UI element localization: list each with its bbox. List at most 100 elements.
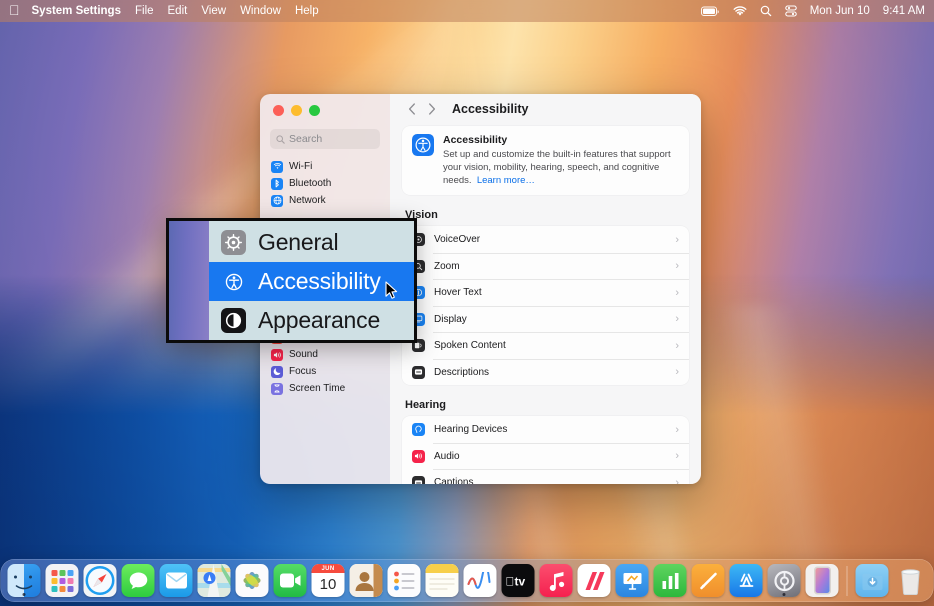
close-button[interactable] — [273, 105, 284, 116]
captions-icon — [412, 476, 425, 484]
safari-icon — [84, 564, 117, 597]
focus-moon-icon — [271, 366, 283, 378]
settings-row-display[interactable]: Display › — [402, 306, 689, 333]
battery-icon[interactable] — [701, 6, 720, 17]
row-label: Audio — [434, 451, 666, 462]
dock-item-appstore[interactable] — [730, 564, 763, 597]
music-icon — [540, 564, 573, 597]
dock-item-numbers[interactable] — [654, 564, 687, 597]
magnifier-item-list: General Accessibility Appearance — [209, 221, 414, 340]
notes-icon — [426, 564, 459, 597]
dock-item-news[interactable] — [578, 564, 611, 597]
dock-item-downloads[interactable] — [856, 564, 889, 597]
dock-item-system-settings[interactable] — [768, 564, 801, 597]
menu-app-name[interactable]: System Settings — [32, 5, 121, 17]
chevron-right-icon: › — [675, 450, 679, 462]
settings-row-audio[interactable]: Audio › — [402, 443, 689, 470]
dock: JUN 10 tv — [1, 559, 934, 602]
magnified-item-appearance[interactable]: Appearance — [209, 301, 414, 340]
iphone-mirroring-icon — [806, 564, 839, 597]
appletv-icon: tv — [502, 564, 535, 597]
menu-bar-time[interactable]: 9:41 AM — [883, 5, 925, 17]
appearance-icon — [221, 308, 246, 333]
sidebar-item-sound[interactable]: Sound — [266, 346, 384, 363]
dock-item-safari[interactable] — [84, 564, 117, 597]
settings-row-hearing-devices[interactable]: Hearing Devices › — [402, 416, 689, 443]
sidebar-item-wifi[interactable]: Wi-Fi — [266, 158, 384, 175]
menu-item-help[interactable]: Help — [295, 5, 319, 17]
settings-row-voiceover[interactable]: VoiceOver › — [402, 226, 689, 253]
settings-row-captions[interactable]: Captions › — [402, 469, 689, 484]
banner-title: Accessibility — [443, 134, 679, 146]
search-icon[interactable] — [760, 5, 772, 17]
gear-icon — [221, 230, 246, 255]
back-chevron-icon[interactable] — [402, 99, 422, 119]
dock-item-trash[interactable] — [894, 564, 927, 597]
magnifier-wallpaper-edge — [169, 221, 209, 340]
detail-content: Accessibility Set up and customize the b… — [390, 124, 701, 484]
dock-item-reminders[interactable] — [388, 564, 421, 597]
menu-bar-status-area: Mon Jun 10 9:41 AM — [701, 5, 925, 17]
page-title: Accessibility — [452, 102, 528, 116]
settings-row-zoom[interactable]: Zoom › — [402, 253, 689, 280]
sidebar-item-label: Bluetooth — [289, 178, 331, 189]
sidebar-item-label: Screen Time — [289, 383, 345, 394]
sidebar-item-network[interactable]: Network — [266, 192, 384, 209]
hearing-devices-icon — [412, 423, 425, 436]
chevron-right-icon: › — [675, 424, 679, 436]
network-globe-icon — [271, 195, 283, 207]
sidebar-item-screen-time[interactable]: Screen Time — [266, 380, 384, 397]
chevron-right-icon: › — [675, 260, 679, 272]
settings-row-spoken-content[interactable]: Spoken Content › — [402, 332, 689, 359]
dock-item-contacts[interactable] — [350, 564, 383, 597]
dock-item-mail[interactable] — [160, 564, 193, 597]
settings-row-descriptions[interactable]: Descriptions › — [402, 359, 689, 386]
dock-item-iphone-mirroring[interactable] — [806, 564, 839, 597]
dock-item-facetime[interactable] — [274, 564, 307, 597]
menu-item-view[interactable]: View — [201, 5, 226, 17]
running-indicator — [23, 593, 26, 596]
settings-row-hover-text[interactable]: Hover Text › — [402, 279, 689, 306]
dock-item-maps[interactable] — [198, 564, 231, 597]
dock-item-finder[interactable] — [8, 564, 41, 597]
learn-more-link[interactable]: Learn more… — [477, 175, 535, 186]
mouse-cursor — [385, 281, 398, 305]
dock-item-freeform[interactable] — [464, 564, 497, 597]
window-traffic-lights — [260, 94, 390, 116]
sidebar-item-focus[interactable]: Focus — [266, 363, 384, 380]
dock-item-messages[interactable] — [122, 564, 155, 597]
menu-bar-date[interactable]: Mon Jun 10 — [810, 5, 870, 17]
sound-icon — [271, 349, 283, 361]
minimize-button[interactable] — [291, 105, 302, 116]
banner-description: Set up and customize the built-in featur… — [443, 148, 679, 187]
dock-item-photos[interactable] — [236, 564, 269, 597]
control-center-icon[interactable] — [785, 5, 797, 17]
sidebar-divider — [266, 209, 384, 218]
settings-detail-pane: Accessibility Accessibility Set up and c… — [390, 94, 701, 484]
menu-item-edit[interactable]: Edit — [168, 5, 188, 17]
wifi-icon[interactable] — [733, 6, 747, 17]
calendar-month: JUN — [312, 564, 345, 573]
dock-item-keynote[interactable] — [616, 564, 649, 597]
sidebar-search-field[interactable]: Search — [270, 129, 380, 149]
accessibility-info-banner: Accessibility Set up and customize the b… — [402, 126, 689, 195]
freeform-icon — [464, 564, 497, 597]
dock-item-appletv[interactable]: tv — [502, 564, 535, 597]
mail-icon — [160, 564, 193, 597]
menu-item-window[interactable]: Window — [240, 5, 281, 17]
dock-item-notes[interactable] — [426, 564, 459, 597]
menu-item-file[interactable]: File — [135, 5, 154, 17]
magnified-item-general[interactable]: General — [209, 223, 414, 262]
audio-icon — [412, 450, 425, 463]
dock-item-calendar[interactable]: JUN 10 — [312, 564, 345, 597]
magnified-item-accessibility[interactable]: Accessibility — [209, 262, 414, 301]
magnified-item-label: Appearance — [258, 307, 380, 334]
dock-item-launchpad[interactable] — [46, 564, 79, 597]
apple-logo-icon[interactable]:  — [9, 3, 20, 17]
dock-item-music[interactable] — [540, 564, 573, 597]
dock-item-pages[interactable] — [692, 564, 725, 597]
maximize-button[interactable] — [309, 105, 320, 116]
messages-icon — [122, 564, 155, 597]
forward-chevron-icon[interactable] — [422, 99, 442, 119]
sidebar-item-bluetooth[interactable]: Bluetooth — [266, 175, 384, 192]
